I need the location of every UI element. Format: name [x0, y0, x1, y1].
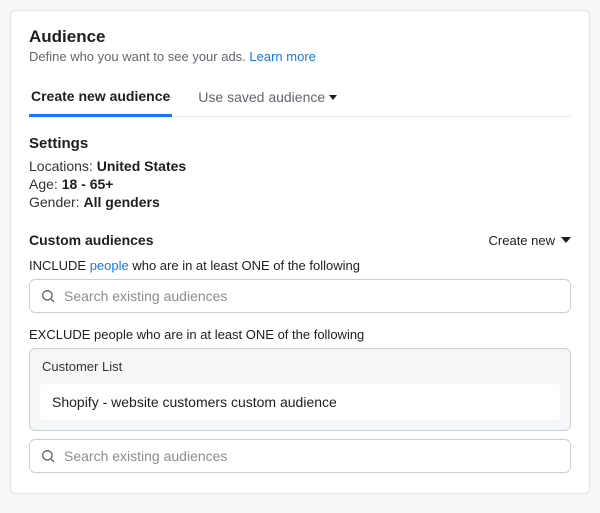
exclude-search-input[interactable] — [64, 448, 560, 464]
search-icon — [40, 288, 56, 304]
gender-label: Gender: — [29, 194, 83, 210]
subtitle-text: Define who you want to see your ads. — [29, 49, 249, 64]
exclude-group: Customer List Shopify - website customer… — [29, 348, 571, 431]
tab-saved-audience[interactable]: Use saved audience — [196, 78, 339, 116]
exclude-search-box[interactable] — [29, 439, 571, 473]
include-search-input[interactable] — [64, 288, 560, 304]
settings-gender: Gender: All genders — [29, 194, 571, 210]
section-subtitle: Define who you want to see your ads. Lea… — [29, 49, 571, 64]
gender-value: All genders — [83, 194, 159, 210]
include-rule-text: INCLUDE people who are in at least ONE o… — [29, 258, 571, 273]
section-title: Audience — [29, 27, 571, 47]
include-suffix: who are in at least ONE of the following — [129, 258, 360, 273]
create-new-label: Create new — [489, 233, 555, 248]
include-prefix: INCLUDE — [29, 258, 90, 273]
exclude-rule-text: EXCLUDE people who are in at least ONE o… — [29, 327, 571, 342]
settings-locations: Locations: United States — [29, 158, 571, 174]
custom-audiences-heading: Custom audiences — [29, 232, 153, 248]
caret-down-icon — [329, 95, 337, 100]
custom-audiences-header: Custom audiences Create new — [29, 232, 571, 248]
tab-label: Use saved audience — [198, 89, 325, 105]
include-search-box[interactable] — [29, 279, 571, 313]
caret-down-icon — [561, 237, 571, 243]
include-people-link[interactable]: people — [90, 258, 129, 273]
age-label: Age: — [29, 176, 62, 192]
learn-more-link[interactable]: Learn more — [249, 49, 315, 64]
tab-label: Create new audience — [31, 88, 170, 104]
create-new-dropdown[interactable]: Create new — [489, 233, 571, 248]
audience-tabs: Create new audience Use saved audience — [29, 78, 571, 117]
locations-value: United States — [97, 158, 186, 174]
exclude-audience-item[interactable]: Shopify - website customers custom audie… — [40, 384, 560, 420]
audience-card: Audience Define who you want to see your… — [10, 10, 590, 494]
tab-create-new-audience[interactable]: Create new audience — [29, 78, 172, 117]
age-value: 18 - 65+ — [62, 176, 114, 192]
settings-age: Age: 18 - 65+ — [29, 176, 571, 192]
exclude-group-label: Customer List — [40, 359, 560, 374]
search-icon — [40, 448, 56, 464]
locations-label: Locations: — [29, 158, 97, 174]
settings-heading: Settings — [29, 135, 571, 152]
